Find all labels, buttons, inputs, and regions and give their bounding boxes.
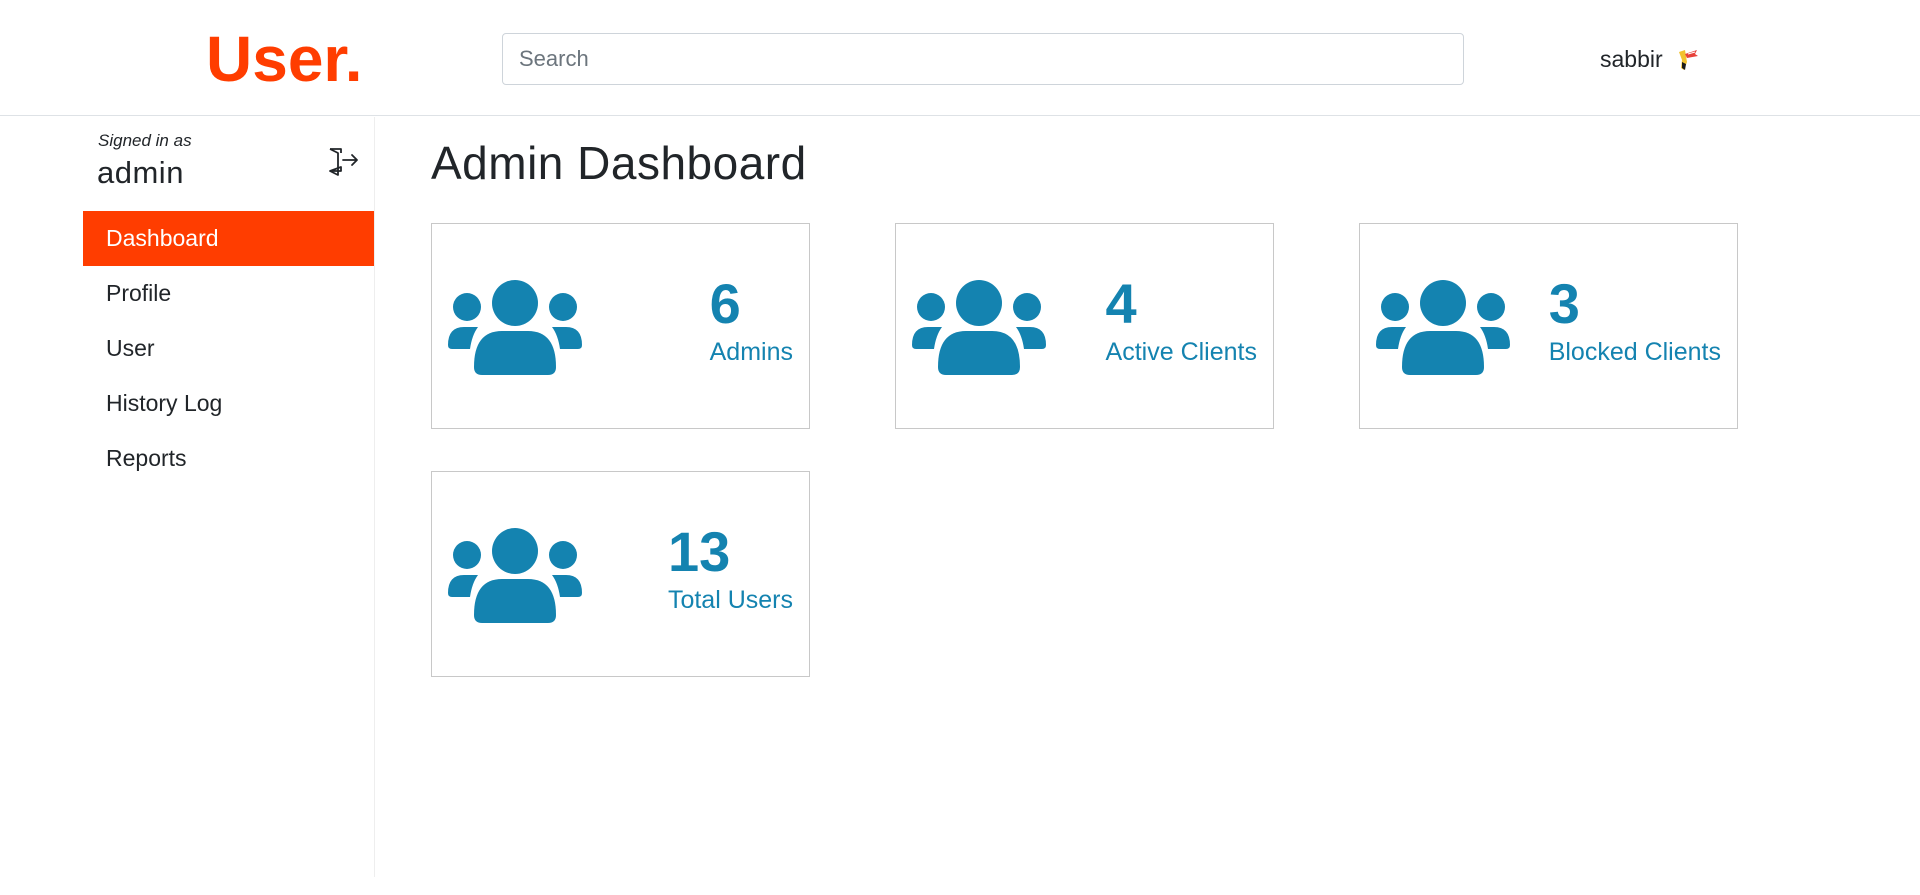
sidebar-item-dashboard[interactable]: Dashboard [83, 211, 374, 266]
card-info: 6 Admins [710, 274, 793, 367]
top-header: User. sabbir [0, 0, 1920, 116]
sidebar-item-history-log[interactable]: History Log [83, 376, 374, 431]
stat-label: Total Users [667, 586, 793, 614]
stat-card-blocked-clients[interactable]: 3 Blocked Clients [1359, 223, 1738, 429]
signed-in-label: Signed in as [98, 131, 192, 150]
stat-value: 3 [1548, 272, 1580, 335]
user-name: sabbir [1600, 45, 1663, 72]
avatar-icon [1678, 50, 1698, 70]
brand-logo[interactable]: User. [206, 22, 363, 96]
logout-icon[interactable] [326, 145, 360, 179]
card-info: 4 Active Clients [1106, 274, 1257, 367]
stat-value: 13 [667, 520, 731, 583]
stat-label: Admins [709, 338, 793, 366]
signed-in-username: admin [97, 155, 184, 190]
card-info: 13 Total Users [668, 522, 793, 615]
stat-value: 6 [709, 272, 741, 335]
stat-value: 4 [1105, 272, 1137, 335]
users-icon [448, 528, 582, 623]
stat-card-active-clients[interactable]: 4 Active Clients [895, 223, 1274, 429]
sidebar-nav: Dashboard Profile User History Log Repor… [83, 211, 374, 486]
card-info: 3 Blocked Clients [1549, 274, 1721, 367]
users-icon [448, 280, 582, 375]
search-input[interactable] [502, 33, 1464, 85]
page-title: Admin Dashboard [431, 137, 807, 189]
stat-card-admins[interactable]: 6 Admins [431, 223, 810, 429]
users-icon [1376, 280, 1510, 375]
sidebar: Signed in as admin Dashboard Profile Use… [0, 117, 375, 877]
stat-label: Active Clients [1105, 338, 1257, 366]
stat-card-total-users[interactable]: 13 Total Users [431, 471, 810, 677]
users-icon [912, 280, 1046, 375]
sidebar-item-profile[interactable]: Profile [83, 266, 374, 321]
user-menu[interactable]: sabbir [1600, 40, 1699, 78]
sidebar-item-user[interactable]: User [83, 321, 374, 376]
sidebar-item-reports[interactable]: Reports [83, 431, 374, 486]
stat-label: Blocked Clients [1548, 338, 1721, 366]
